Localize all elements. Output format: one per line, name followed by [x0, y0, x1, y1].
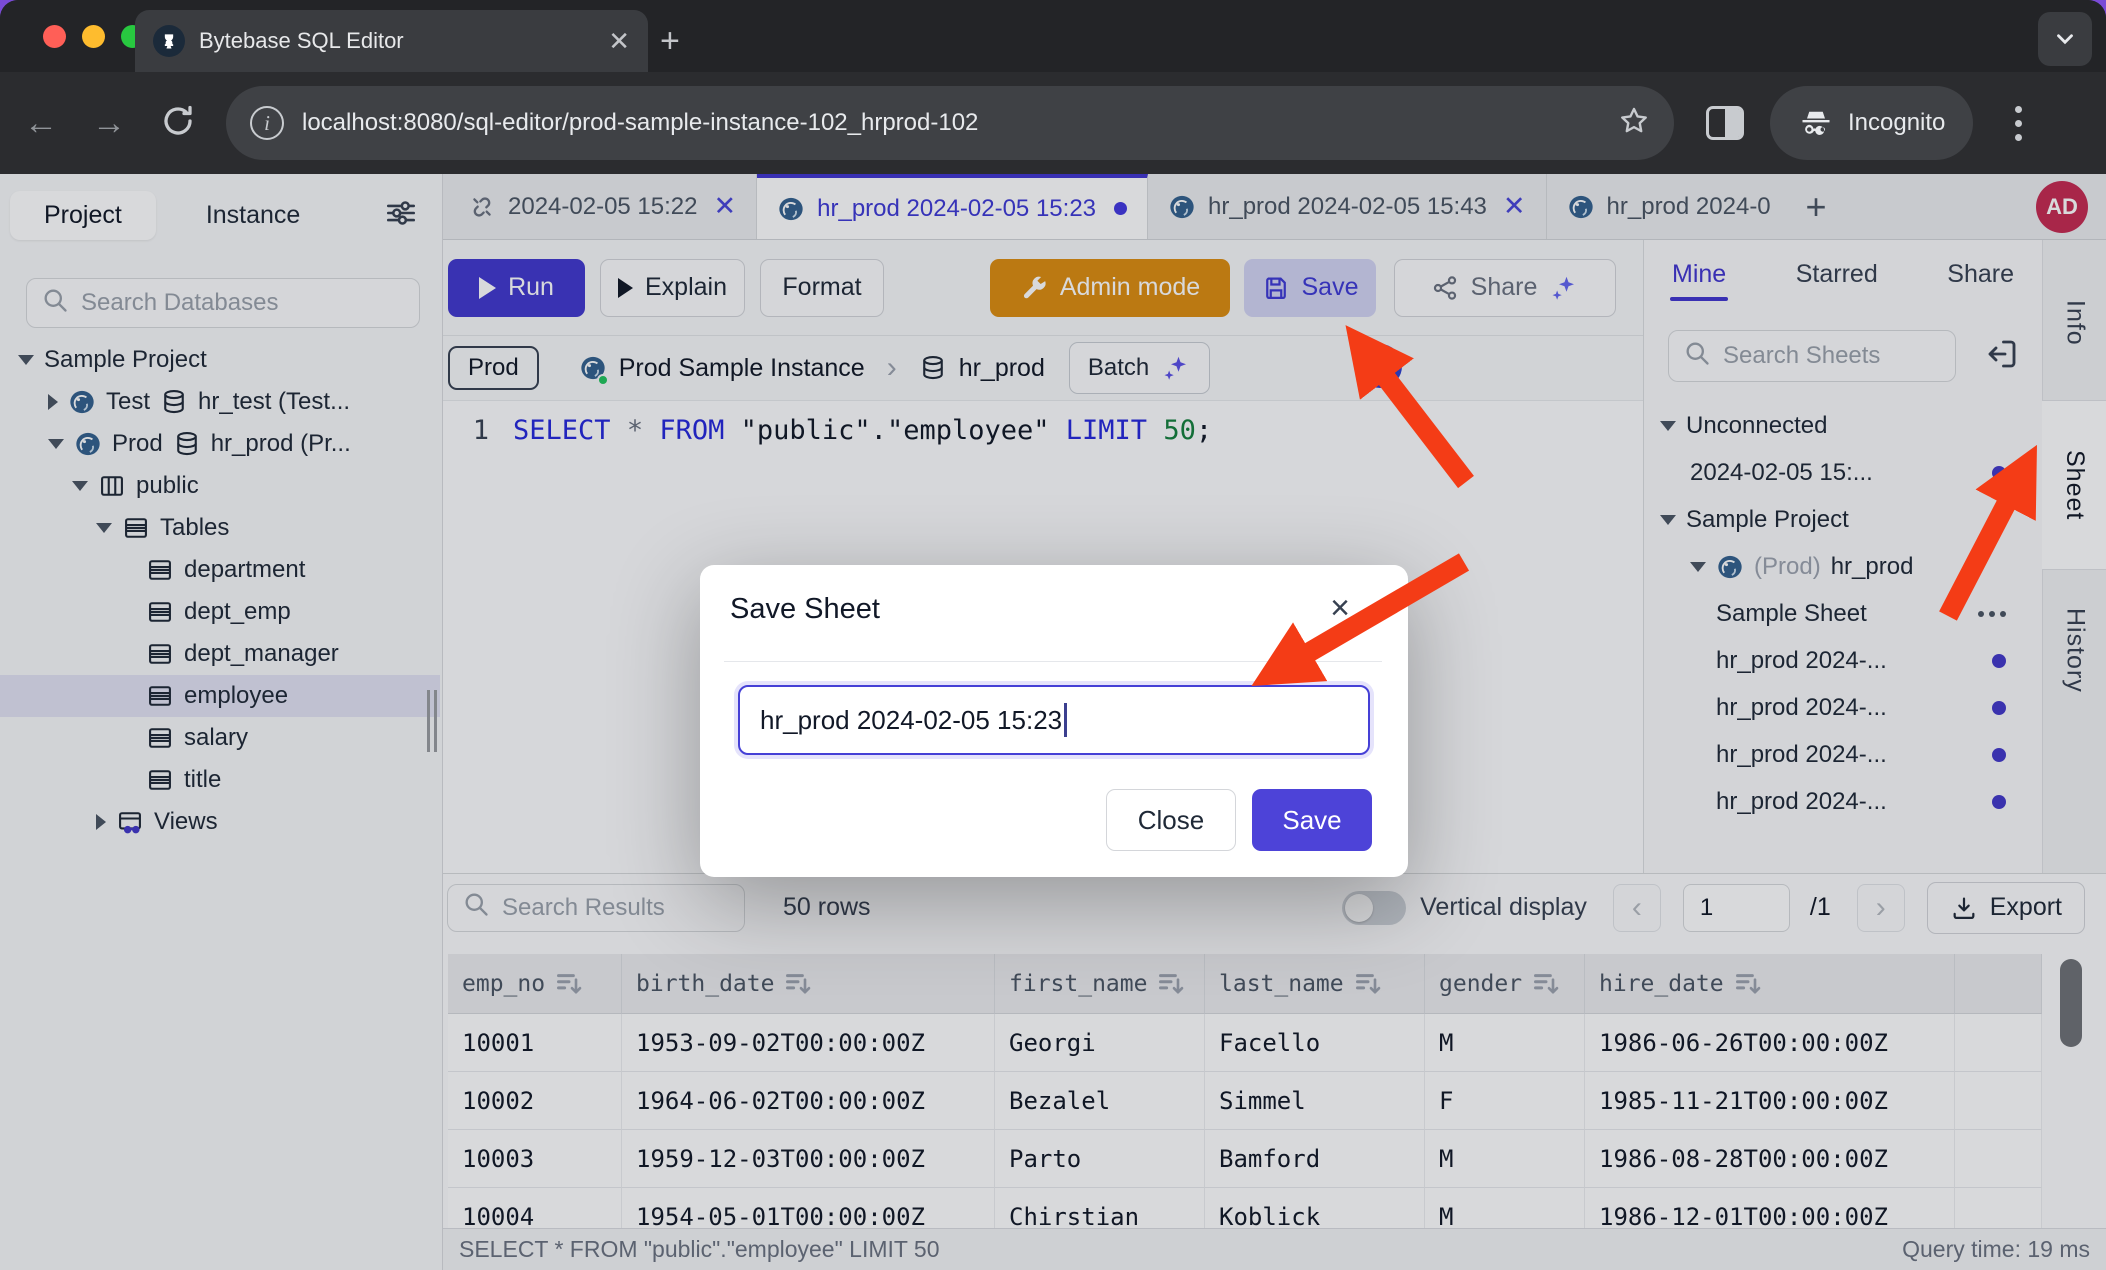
address-bar[interactable]: i localhost:8080/sql-editor/prod-sample-…: [226, 86, 1674, 160]
browser-toolbar: ← → i localhost:8080/sql-editor/prod-sam…: [0, 72, 2106, 174]
save-sheet-dialog: Save Sheet × hr_prod 2024-02-05 15:23 Cl…: [700, 565, 1408, 877]
browser-tab-title: Bytebase SQL Editor: [199, 28, 594, 54]
dialog-title: Save Sheet: [730, 593, 880, 626]
window-minimize-button[interactable]: [82, 25, 105, 48]
incognito-label: Incognito: [1848, 109, 1945, 137]
browser-tabstrip: Bytebase SQL Editor ✕ +: [0, 0, 2106, 72]
close-icon[interactable]: ×: [1330, 589, 1350, 628]
new-tab-icon[interactable]: +: [660, 22, 680, 61]
incognito-badge: Incognito: [1770, 86, 1973, 160]
browser-window: Bytebase SQL Editor ✕ + ← → i localhost:…: [0, 0, 2106, 1270]
window-close-button[interactable]: [43, 25, 66, 48]
tab-search-chevron-icon[interactable]: [2038, 12, 2092, 66]
sheet-name-input[interactable]: hr_prod 2024-02-05 15:23: [738, 685, 1370, 755]
star-icon[interactable]: [1618, 105, 1650, 142]
url-text: localhost:8080/sql-editor/prod-sample-in…: [302, 109, 1600, 137]
side-panel-icon[interactable]: [1706, 106, 1744, 140]
sheet-name-value: hr_prod 2024-02-05 15:23: [760, 705, 1062, 736]
divider: [724, 661, 1382, 662]
dialog-save-button[interactable]: Save: [1252, 789, 1372, 851]
screen: { "browser": { "tab_title": "Bytebase SQ…: [0, 0, 2106, 1270]
bytebase-favicon: [153, 25, 185, 57]
incognito-icon: [1798, 105, 1834, 141]
forward-icon[interactable]: →: [86, 104, 132, 143]
tab-close-icon[interactable]: ✕: [608, 28, 630, 54]
text-cursor: [1064, 703, 1067, 737]
menu-kebab-icon[interactable]: [2015, 106, 2022, 141]
bytebase-app: Project Instance Search Databases Sample…: [0, 174, 2106, 1270]
browser-tab[interactable]: Bytebase SQL Editor ✕: [135, 10, 648, 72]
site-info-icon[interactable]: i: [250, 106, 284, 140]
back-icon[interactable]: ←: [18, 104, 64, 143]
reload-icon[interactable]: [160, 103, 196, 144]
close-button[interactable]: Close: [1106, 789, 1236, 851]
